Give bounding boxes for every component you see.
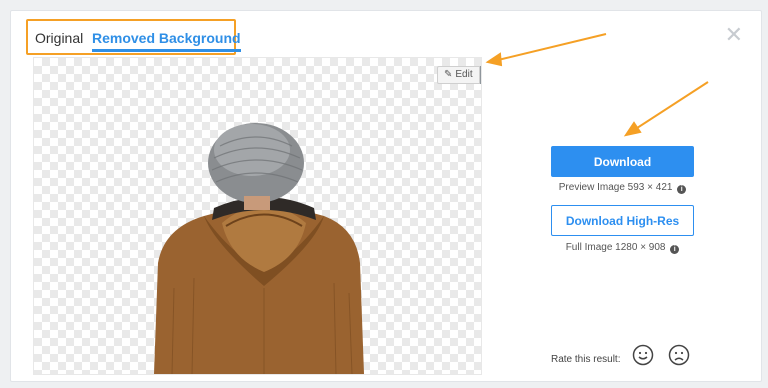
full-image-text: Full Image 1280 × 908 bbox=[565, 242, 666, 253]
tab-original[interactable]: Original bbox=[35, 30, 83, 46]
edit-dropdown-toggle[interactable] bbox=[479, 66, 481, 84]
edit-button-group: ✎ Edit bbox=[437, 66, 481, 84]
pencil-icon: ✎ bbox=[444, 69, 453, 80]
frown-icon[interactable] bbox=[668, 344, 690, 366]
download-button[interactable]: Download bbox=[551, 146, 694, 177]
smile-icon[interactable] bbox=[632, 344, 654, 366]
preview-image-text: Preview Image 593 × 421 bbox=[558, 182, 673, 193]
preview-image-info: Preview Image 593 × 421 i bbox=[551, 182, 694, 194]
close-icon[interactable]: ✕ bbox=[725, 25, 743, 47]
info-icon[interactable]: i bbox=[670, 245, 680, 254]
image-preview: ✎ Edit bbox=[33, 57, 482, 375]
tab-removed-background[interactable]: Removed Background bbox=[92, 30, 241, 52]
result-card: ✕ Original Removed Background ✎ Edit Dow… bbox=[10, 10, 762, 382]
info-icon[interactable]: i bbox=[677, 185, 687, 194]
download-high-res-button[interactable]: Download High-Res bbox=[551, 205, 694, 236]
full-image-info: Full Image 1280 × 908 i bbox=[551, 242, 694, 254]
edit-label: Edit bbox=[455, 69, 473, 80]
edit-button[interactable]: ✎ Edit bbox=[437, 66, 480, 84]
person-cutout-image bbox=[154, 123, 364, 374]
rate-label: Rate this result: bbox=[551, 354, 621, 365]
